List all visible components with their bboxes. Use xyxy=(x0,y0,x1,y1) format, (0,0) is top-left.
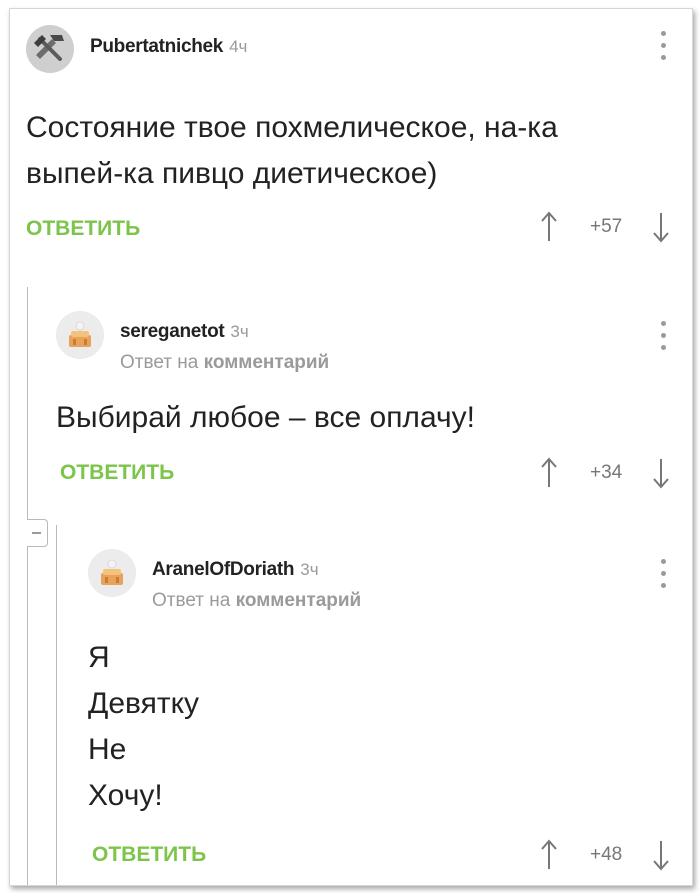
comment-line: Выбирай любое – все оплачу! xyxy=(56,401,475,434)
comment-sereganetot: sereganetot 3ч Ответ на комментарий Выбир… xyxy=(10,279,692,509)
reply-target[interactable]: комментарий xyxy=(236,590,362,611)
vote-control: +48 xyxy=(540,839,680,871)
more-options-icon[interactable] xyxy=(658,31,668,65)
comments-panel: Pubertatnichek 4ч Состояние твое похмелич… xyxy=(9,8,693,886)
comment-author[interactable]: Pubertatnichek 4ч xyxy=(90,36,247,58)
upvote-arrow-icon[interactable] xyxy=(540,457,558,489)
comment-line: Хочу! xyxy=(88,779,163,812)
upvote-arrow-icon[interactable] xyxy=(540,839,558,871)
avatar-cake-icon[interactable] xyxy=(88,549,136,597)
reply-to-link[interactable]: Ответ на комментарий xyxy=(152,590,361,612)
more-options-icon[interactable] xyxy=(658,559,668,593)
reply-button[interactable]: ОТВЕТИТЬ xyxy=(92,843,206,867)
comment-line: Не xyxy=(88,733,127,766)
comment-pubertatnichek: Pubertatnichek 4ч Состояние твое похмелич… xyxy=(10,9,692,279)
rating-count: +48 xyxy=(590,844,623,865)
avatar-hammer-icon[interactable] xyxy=(26,25,74,73)
downvote-arrow-icon[interactable] xyxy=(652,211,670,243)
reply-prefix: Ответ на xyxy=(152,590,231,611)
author-name[interactable]: Pubertatnichek xyxy=(90,36,223,57)
comment-body: Состояние твое похмелическое, на-ка выпе… xyxy=(26,105,558,197)
comment-body: Выбирай любое – все оплачу! xyxy=(56,395,475,441)
comment-line: Состояние твое похмелическое, на-ка xyxy=(26,111,558,144)
comment-author[interactable]: AranelOfDoriath 3ч xyxy=(152,559,319,581)
author-name[interactable]: sereganetot xyxy=(120,321,225,342)
comment-time: 3ч xyxy=(230,322,249,341)
comment-line: Я xyxy=(88,641,110,674)
comment-time: 3ч xyxy=(300,560,319,579)
upvote-arrow-icon[interactable] xyxy=(540,211,558,243)
comment-body: Я Девятку Не Хочу! xyxy=(88,635,199,819)
vote-control: +34 xyxy=(540,457,680,489)
comment-line: выпей-ка пивцо диетическое) xyxy=(26,157,438,190)
more-options-icon[interactable] xyxy=(658,321,668,355)
comment-line: Девятку xyxy=(88,687,200,720)
reply-button[interactable]: ОТВЕТИТЬ xyxy=(60,461,174,485)
rating-count: +34 xyxy=(590,462,623,483)
avatar-cake-icon[interactable] xyxy=(56,311,104,359)
downvote-arrow-icon[interactable] xyxy=(652,457,670,489)
reply-button[interactable]: ОТВЕТИТЬ xyxy=(26,217,140,241)
comment-araneloddoriath: AranelOfDoriath 3ч Ответ на комментарий Я… xyxy=(10,527,692,885)
reply-prefix: Ответ на xyxy=(120,352,199,373)
downvote-arrow-icon[interactable] xyxy=(652,839,670,871)
comment-author[interactable]: sereganetot 3ч xyxy=(120,321,249,343)
comment-time: 4ч xyxy=(229,37,248,56)
rating-count: +57 xyxy=(590,216,623,237)
reply-target[interactable]: комментарий xyxy=(204,352,330,373)
author-name[interactable]: AranelOfDoriath xyxy=(152,559,295,580)
reply-to-link[interactable]: Ответ на комментарий xyxy=(120,352,329,374)
vote-control: +57 xyxy=(540,211,680,243)
